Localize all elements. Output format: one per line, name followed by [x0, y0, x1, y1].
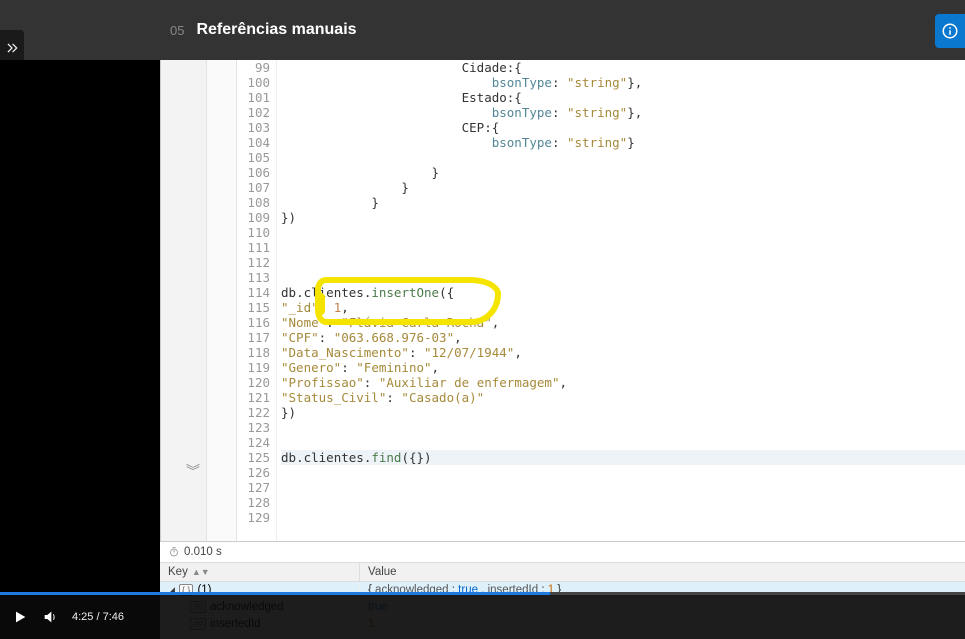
sort-icon[interactable]: ▲▼ — [192, 567, 210, 577]
col-value-header[interactable]: Value — [360, 563, 965, 581]
editor-fold-margin — [207, 60, 237, 541]
code-area[interactable]: 9910010110210310410510610710810911011111… — [237, 60, 965, 541]
editor-margin: ︾ — [161, 60, 207, 541]
lesson-title: Referências manuais — [196, 21, 356, 39]
query-time-value: 0.010 s — [184, 546, 222, 558]
stopwatch-icon — [168, 546, 180, 558]
ide-panel: ︾ 99100101102103104105106107108109110111… — [160, 60, 965, 639]
video-letterbox-left — [0, 60, 160, 639]
video-time: 4:25 / 7:46 — [72, 611, 124, 623]
code-lines[interactable]: Cidade:{ bsonType: "string"}, Estado:{ b… — [277, 60, 965, 541]
query-time: 0.010 s — [160, 542, 965, 562]
lesson-number: 05 — [170, 23, 184, 38]
volume-button[interactable] — [42, 609, 58, 625]
top-bar: 05 Referências manuais — [0, 0, 965, 60]
progress-bar[interactable] — [0, 592, 965, 595]
col-key-header[interactable]: Key ▲▼ — [160, 563, 360, 581]
collapse-panel-icon[interactable]: ︾ — [186, 461, 200, 481]
play-button[interactable] — [12, 609, 28, 625]
results-header: Key ▲▼ Value — [160, 562, 965, 582]
line-gutter: 9910010110210310410510610710810911011111… — [237, 60, 277, 541]
info-button[interactable] — [935, 14, 965, 48]
main: ︾ 99100101102103104105106107108109110111… — [0, 60, 965, 639]
progress-fill — [0, 592, 550, 595]
video-controls: 4:25 / 7:46 — [0, 595, 965, 639]
editor[interactable]: ︾ 99100101102103104105106107108109110111… — [160, 60, 965, 541]
